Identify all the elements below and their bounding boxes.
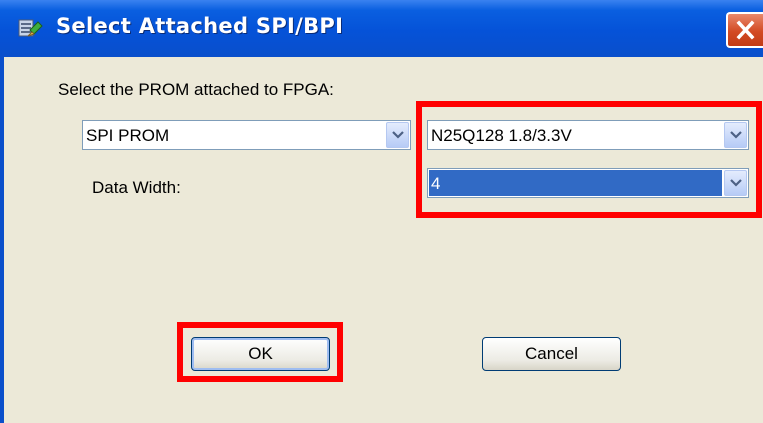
- data-width-value: 4: [429, 170, 722, 196]
- close-button[interactable]: [726, 12, 763, 48]
- data-width-select[interactable]: 4: [427, 168, 749, 198]
- title-bar[interactable]: Select Attached SPI/BPI: [0, 0, 763, 57]
- window-title: Select Attached SPI/BPI: [56, 14, 344, 38]
- data-width-label: Data Width:: [92, 178, 181, 197]
- dialog-body: [0, 57, 763, 423]
- chevron-down-icon[interactable]: [386, 122, 409, 148]
- prom-device-icon: [18, 16, 44, 42]
- prom-select-label: Select the PROM attached to FPGA:: [58, 80, 334, 99]
- prom-part-select[interactable]: N25Q128 1.8/3.3V: [427, 120, 749, 150]
- chevron-down-icon[interactable]: [724, 122, 747, 148]
- chevron-down-icon[interactable]: [724, 170, 747, 196]
- select-attached-spi-bpi-dialog: Select Attached SPI/BPI Select the PROM …: [0, 0, 763, 423]
- prom-type-value: SPI PROM: [86, 126, 170, 145]
- prom-type-select[interactable]: SPI PROM: [82, 120, 411, 150]
- cancel-button[interactable]: Cancel: [482, 337, 621, 371]
- prom-part-value: N25Q128 1.8/3.3V: [431, 126, 572, 145]
- ok-button[interactable]: OK: [191, 337, 330, 371]
